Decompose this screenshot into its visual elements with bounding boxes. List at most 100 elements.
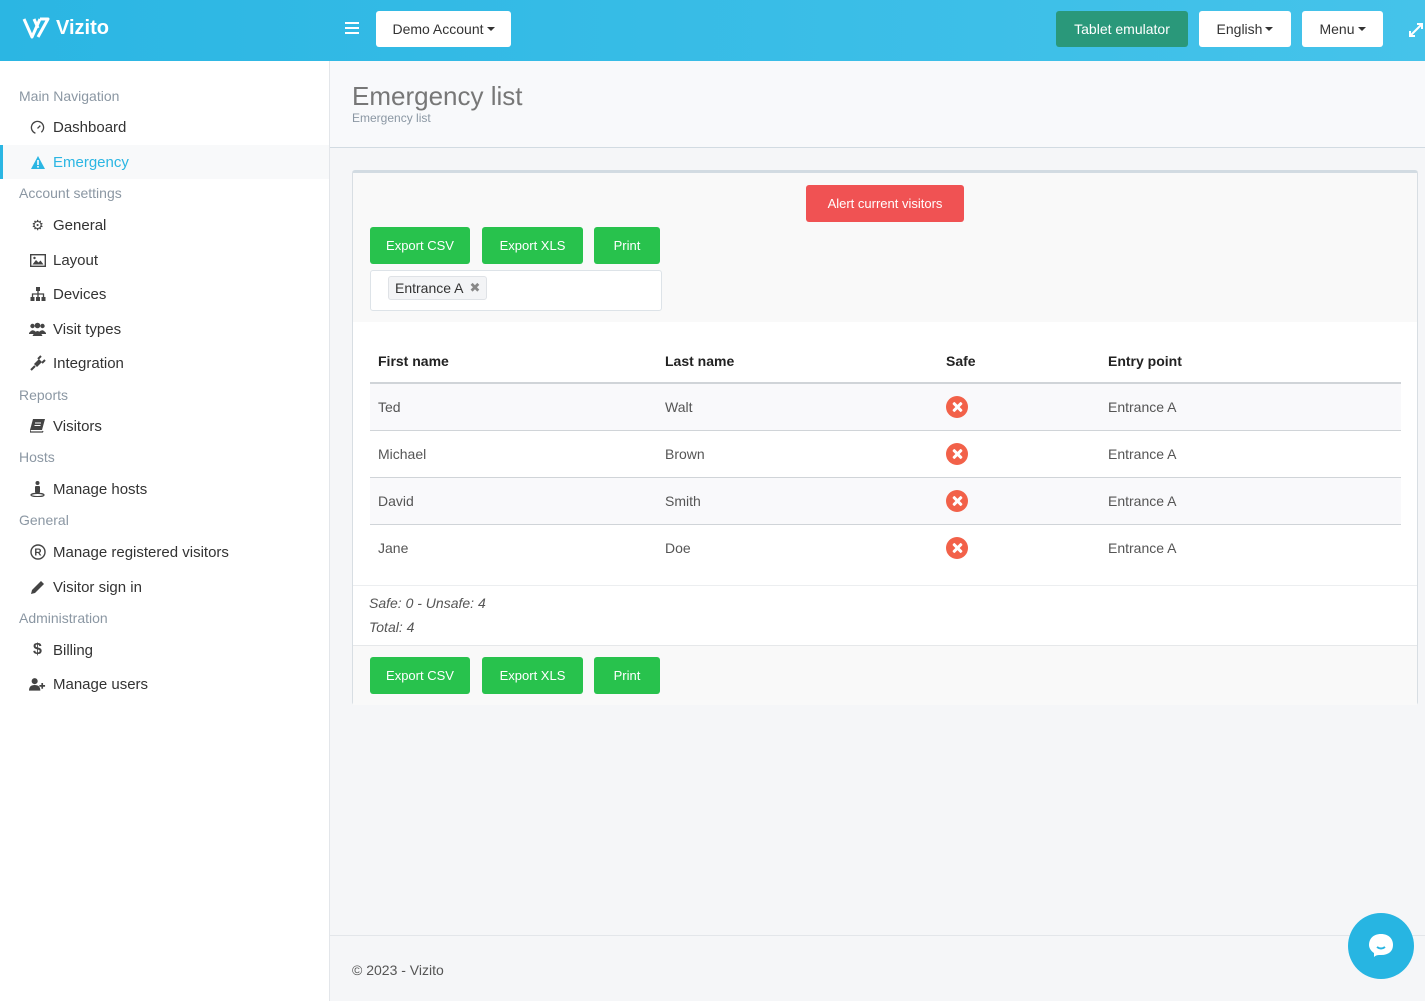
brand-name: Vizito: [56, 16, 109, 39]
column-header-last-name[interactable]: Last name: [657, 340, 938, 384]
menu-label: Menu: [1319, 21, 1355, 37]
copyright-text: © 2023 - Vizito: [352, 962, 444, 978]
cell-first-name: David: [370, 477, 657, 525]
sidebar-item-visit-types[interactable]: Visit types: [0, 312, 329, 346]
brand-logo[interactable]: Vizito: [22, 16, 109, 40]
column-header-safe[interactable]: Safe: [938, 340, 1100, 384]
export-xls-button-bottom[interactable]: Export XLS: [482, 657, 583, 694]
sidebar: Main Navigation Dashboard Emergency Acco…: [0, 61, 330, 1001]
entry-point-filter-input[interactable]: Entrance A ✖: [370, 270, 662, 311]
sidebar-item-integration[interactable]: Integration: [0, 346, 329, 380]
sidebar-item-manage-users[interactable]: Manage users: [0, 667, 329, 701]
caret-down-icon: [1357, 27, 1366, 31]
table-row: Jane Doe Entrance A: [370, 524, 1401, 571]
nav-heading-reports: Reports: [19, 387, 69, 403]
sidebar-item-manage-registered-visitors[interactable]: R Manage registered visitors: [0, 535, 329, 569]
filter-tag: Entrance A ✖: [388, 276, 488, 300]
cell-last-name: Smith: [657, 477, 938, 525]
sidebar-item-emergency[interactable]: Emergency: [0, 145, 329, 179]
language-label: English: [1216, 21, 1263, 37]
cell-last-name: Walt: [657, 383, 938, 431]
vizito-logo-icon: [22, 17, 50, 39]
dollar-icon: $: [33, 641, 42, 658]
content-header: Emergency list Emergency list: [330, 61, 1425, 148]
unsafe-x-icon[interactable]: [946, 536, 968, 559]
image-icon: [29, 252, 46, 269]
cell-safe: [938, 430, 1100, 478]
cell-entry-point: Entrance A: [1100, 383, 1401, 431]
unsafe-x-icon[interactable]: [946, 489, 968, 512]
sidebar-item-billing[interactable]: $ Billing: [0, 633, 329, 667]
chat-bubble-icon: [1369, 934, 1393, 957]
remove-tag-icon[interactable]: ✖: [470, 280, 481, 296]
chat-widget-button[interactable]: [1348, 913, 1414, 979]
sidebar-item-label: Integration: [53, 354, 124, 372]
cell-first-name: Ted: [370, 383, 657, 431]
sidebar-item-layout[interactable]: Layout: [0, 243, 329, 277]
table-row: David Smith Entrance A: [370, 477, 1401, 525]
summary-section: Safe: 0 - Unsafe: 4 Total: 4: [353, 585, 1417, 645]
sidebar-item-label: Emergency: [53, 153, 129, 171]
dashboard-icon: [29, 119, 46, 136]
tablet-emulator-button[interactable]: Tablet emulator: [1056, 11, 1188, 47]
gear-icon: ⚙: [31, 216, 44, 233]
nav-heading-hosts: Hosts: [19, 449, 55, 465]
sidebar-item-label: Manage registered visitors: [53, 543, 229, 561]
breadcrumb[interactable]: Emergency list: [352, 111, 431, 125]
plug-icon: [29, 355, 46, 372]
column-header-first-name[interactable]: First name: [370, 340, 657, 384]
sidebar-toggle-icon[interactable]: [345, 22, 359, 36]
emergency-table: First name Last name Safe Entry point Te…: [370, 340, 1401, 571]
sidebar-item-label: Manage hosts: [53, 480, 148, 498]
sidebar-item-visitor-sign-in[interactable]: Visitor sign in: [0, 570, 329, 604]
alert-current-visitors-button[interactable]: Alert current visitors: [806, 185, 964, 222]
export-csv-button-bottom[interactable]: Export CSV: [370, 657, 470, 694]
cell-safe: [938, 383, 1100, 431]
sidebar-item-label: Visitors: [53, 417, 102, 435]
print-button[interactable]: Print: [594, 227, 660, 264]
cell-safe: [938, 524, 1100, 571]
cell-entry-point: Entrance A: [1100, 477, 1401, 525]
nav-heading-administration: Administration: [19, 610, 108, 626]
sitemap-icon: [29, 286, 46, 303]
sidebar-item-label: Visitor sign in: [53, 578, 142, 596]
sidebar-item-label: Billing: [53, 641, 94, 659]
unsafe-x-icon[interactable]: [946, 395, 968, 418]
total-count: Total: 4: [369, 619, 415, 635]
page-footer: © 2023 - Vizito: [330, 935, 1425, 1001]
sidebar-item-dashboard[interactable]: Dashboard: [0, 110, 329, 144]
print-button-bottom[interactable]: Print: [594, 657, 660, 694]
sidebar-item-label: Manage users: [53, 675, 149, 693]
panel-toolbar: Alert current visitors Export CSV Export…: [353, 173, 1417, 322]
table-header-row: First name Last name Safe Entry point: [370, 340, 1401, 384]
nav-heading-main: Main Navigation: [19, 88, 120, 104]
page-title: Emergency list: [352, 81, 523, 111]
sidebar-item-devices[interactable]: Devices: [0, 277, 329, 311]
export-csv-button[interactable]: Export CSV: [370, 227, 470, 264]
account-dropdown[interactable]: Demo Account: [376, 11, 511, 47]
registered-icon: R: [29, 544, 46, 561]
user-plus-icon: [29, 676, 46, 693]
cell-safe: [938, 477, 1100, 525]
panel-footer: Export CSV Export XLS Print: [353, 645, 1417, 705]
sidebar-item-manage-hosts[interactable]: Manage hosts: [0, 472, 329, 506]
unsafe-x-icon[interactable]: [946, 442, 968, 465]
sidebar-item-label: General: [53, 216, 107, 234]
export-xls-button[interactable]: Export XLS: [482, 227, 583, 264]
sidebar-item-label: Layout: [53, 251, 99, 269]
cell-last-name: Brown: [657, 430, 938, 478]
column-header-entry-point[interactable]: Entry point: [1100, 340, 1401, 384]
warning-icon: [29, 154, 46, 171]
sidebar-item-label: Visit types: [53, 320, 122, 338]
sidebar-item-label: Devices: [53, 285, 107, 303]
users-icon: [29, 321, 46, 338]
sidebar-item-visitors[interactable]: Visitors: [0, 409, 329, 443]
top-header: Vizito Demo Account Tablet emulator Engl…: [0, 0, 1425, 61]
nav-heading-account-settings: Account settings: [19, 185, 122, 201]
fullscreen-expand-icon[interactable]: [1408, 22, 1424, 38]
sidebar-item-label: Dashboard: [53, 118, 127, 136]
svg-text:R: R: [34, 548, 42, 559]
menu-dropdown[interactable]: Menu: [1302, 11, 1383, 47]
sidebar-item-general[interactable]: ⚙ General: [0, 208, 329, 242]
language-dropdown[interactable]: English: [1199, 11, 1291, 47]
